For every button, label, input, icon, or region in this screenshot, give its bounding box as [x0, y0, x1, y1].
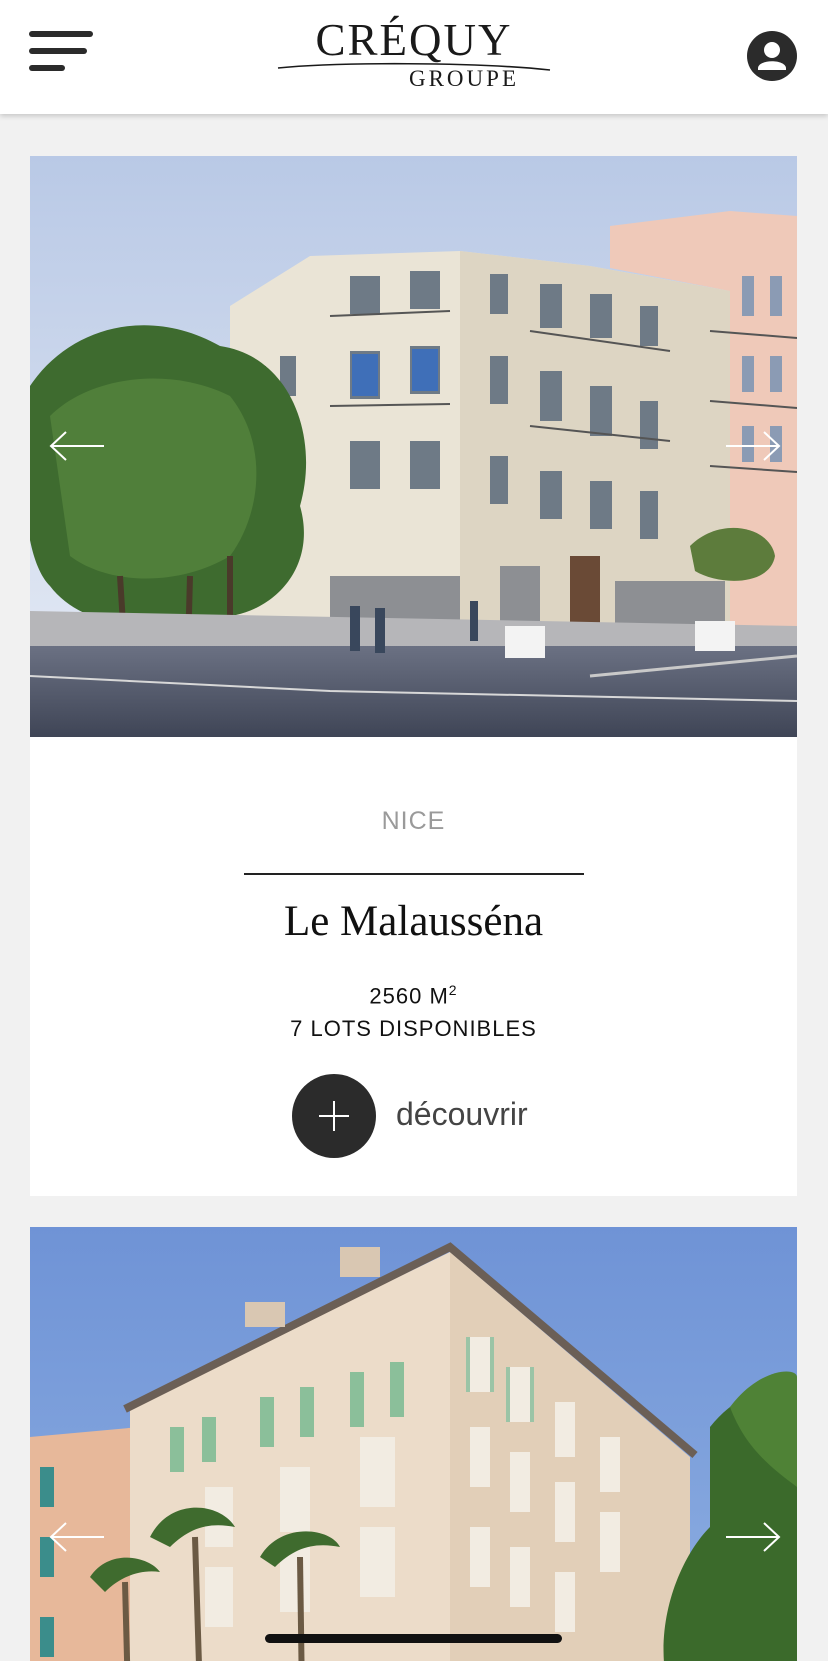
property-info: NICE Le Malausséna 2560 M2 7 LOTS DISPON… — [30, 737, 797, 1196]
logo-main-text: CRÉQUY — [315, 15, 513, 65]
property-city: NICE — [381, 807, 446, 835]
available-lots: 7 LOTS DISPONIBLES — [290, 1016, 537, 1041]
property-card — [30, 1227, 797, 1661]
home-indicator[interactable] — [265, 1634, 562, 1643]
property-area: 2560 M2 — [30, 982, 797, 1009]
arrow-right-icon[interactable] — [724, 1517, 782, 1557]
arrow-left-icon[interactable] — [48, 426, 106, 466]
brand-logo[interactable]: CRÉQUY GROUPE — [276, 16, 552, 92]
discover-button[interactable]: découvrir — [292, 1074, 552, 1158]
arrow-left-icon[interactable] — [48, 1517, 106, 1557]
property-area-value: 2560 M — [369, 983, 449, 1009]
plus-icon[interactable] — [292, 1074, 376, 1158]
divider — [244, 873, 584, 875]
discover-label[interactable]: découvrir — [396, 1096, 528, 1133]
property-title[interactable]: Le Malausséna — [30, 897, 797, 946]
property-photo — [30, 1227, 797, 1661]
logo-sub-text: GROUPE — [408, 66, 519, 91]
arrow-right-icon[interactable] — [724, 426, 782, 466]
user-account-icon[interactable] — [747, 31, 797, 81]
area-unit-exponent: 2 — [448, 982, 458, 998]
property-photo — [30, 156, 797, 737]
property-card: NICE Le Malausséna 2560 M2 7 LOTS DISPON… — [30, 156, 797, 1196]
top-header: CRÉQUY GROUPE — [0, 0, 828, 114]
hamburger-menu-icon[interactable] — [29, 31, 95, 75]
